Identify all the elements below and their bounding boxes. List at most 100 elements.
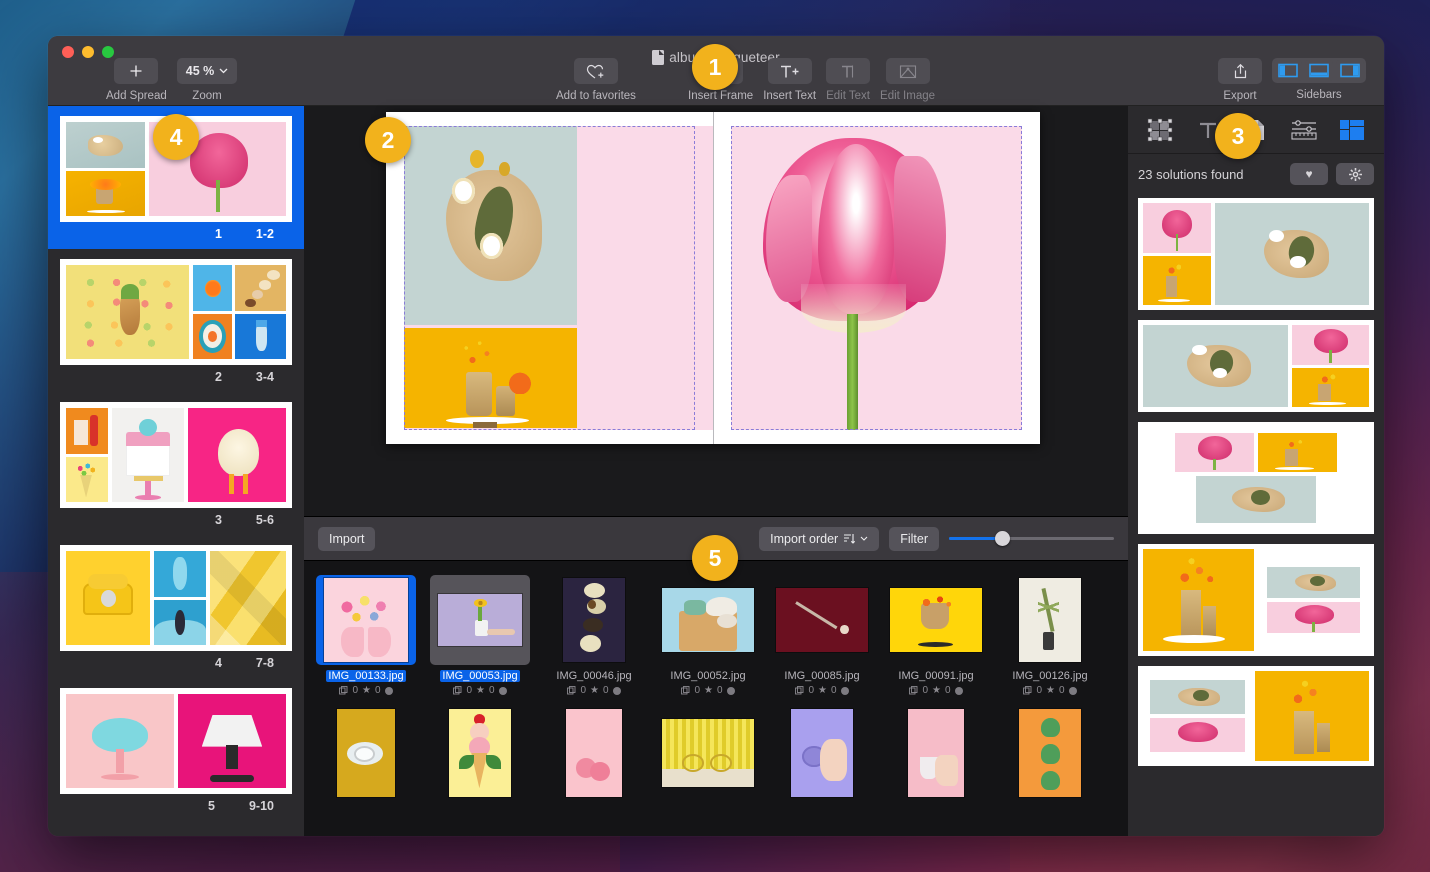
star-count: 0: [716, 685, 723, 696]
layout-solution[interactable]: [1138, 666, 1374, 766]
file-meta: 0 ★ 0: [453, 685, 507, 696]
left-sidebar-toggle[interactable]: [1274, 60, 1302, 81]
copies-icon: [1023, 686, 1032, 695]
insert-text-item[interactable]: Insert Text: [763, 58, 816, 102]
color-label-dot[interactable]: [1068, 686, 1077, 695]
color-label-dot[interactable]: [612, 686, 621, 695]
add-spread-button[interactable]: [114, 58, 159, 84]
layout-solution[interactable]: [1138, 544, 1374, 656]
list-item[interactable]: [886, 708, 986, 798]
edit-text-item[interactable]: Edit Text: [826, 58, 871, 102]
edit-image-label: Edit Image: [880, 90, 936, 102]
color-label-dot[interactable]: [840, 686, 849, 695]
sliders-ruler-icon: [1291, 119, 1317, 140]
filter-button[interactable]: Filter: [889, 526, 939, 551]
toolbar-favorites-group: Add to favorites: [556, 58, 636, 102]
layout-solutions-list[interactable]: [1128, 194, 1384, 836]
color-label-dot[interactable]: [384, 686, 393, 695]
thumbnail[interactable]: [886, 708, 986, 798]
list-item[interactable]: IMG_00091.jpg 0 ★ 0: [886, 575, 986, 696]
spread-thumbnail: [60, 402, 292, 508]
list-item[interactable]: [772, 708, 872, 798]
list-item[interactable]: [544, 708, 644, 798]
right-page[interactable]: [713, 112, 1040, 444]
thumbnail[interactable]: [772, 708, 872, 798]
favorites-filter-button[interactable]: ♥: [1290, 163, 1328, 185]
toolbar-right-group: Export Sidebars: [1218, 58, 1366, 102]
list-item[interactable]: IMG_00052.jpg 0 ★ 0: [658, 575, 758, 696]
list-item[interactable]: [658, 708, 758, 798]
insert-text-button[interactable]: [767, 58, 812, 84]
zoom-item[interactable]: 45 % Zoom: [176, 58, 238, 102]
thumbnail[interactable]: [886, 575, 986, 665]
thumbnail[interactable]: [316, 708, 416, 798]
thumbnail[interactable]: [430, 708, 530, 798]
export-item[interactable]: Export: [1218, 58, 1262, 102]
export-button[interactable]: [1218, 58, 1262, 84]
star-icon: ★: [704, 685, 713, 696]
star-icon: ★: [362, 685, 371, 696]
sort-order-select[interactable]: Import order: [759, 526, 880, 551]
add-to-favorites-item[interactable]: Add to favorites: [556, 58, 636, 102]
thumbnail-grid[interactable]: IMG_00133.jpg 0 ★ 0 IMG_00053.jpg 0 ★ 0 …: [304, 561, 1128, 836]
list-item[interactable]: IMG_00053.jpg 0 ★ 0: [430, 575, 530, 696]
spread-item-4[interactable]: 4 7-8: [48, 535, 304, 678]
edit-image-item[interactable]: Edit Image: [880, 58, 935, 102]
thumbnail[interactable]: [544, 708, 644, 798]
thumbnail[interactable]: [658, 575, 758, 665]
layout-inspector-tab[interactable]: [1334, 115, 1370, 145]
import-button[interactable]: Import: [318, 526, 376, 551]
layout-solution[interactable]: [1138, 198, 1374, 310]
adjust-inspector-tab[interactable]: [1286, 115, 1322, 145]
copies-count: 0: [922, 685, 929, 696]
edit-text-button[interactable]: [826, 58, 871, 84]
star-count: 0: [374, 685, 381, 696]
frame-inspector-tab[interactable]: [1142, 115, 1178, 145]
color-label-dot[interactable]: [498, 686, 507, 695]
file-name: IMG_00046.jpg: [556, 670, 632, 682]
color-label-dot[interactable]: [954, 686, 963, 695]
layout-solution[interactable]: [1138, 422, 1374, 534]
spread-item-3[interactable]: 3 5-6: [48, 392, 304, 535]
layout-inspector: 23 solutions found ♥: [1128, 106, 1384, 836]
list-item[interactable]: [430, 708, 530, 798]
color-label-dot[interactable]: [726, 686, 735, 695]
thumbnail[interactable]: [1000, 708, 1100, 798]
spread-sidebar[interactable]: 1 1-2 2 3-4 3 5-6 4 7-8 5 9-10: [48, 106, 304, 836]
thumbnail[interactable]: [658, 708, 758, 798]
copies-count: 0: [1036, 685, 1043, 696]
thumbnail[interactable]: [772, 575, 872, 665]
spread-item-2[interactable]: 2 3-4: [48, 249, 304, 392]
zoom-select[interactable]: 45 %: [176, 58, 238, 84]
spread-item-5[interactable]: 5 9-10: [48, 678, 304, 821]
left-page[interactable]: [386, 112, 713, 444]
layout-settings-button[interactable]: [1336, 163, 1374, 185]
right-sidebar-toggle[interactable]: [1336, 60, 1364, 81]
thumbnail-selected[interactable]: [316, 575, 416, 665]
thumbnail[interactable]: [544, 575, 644, 665]
star-count: 0: [830, 685, 837, 696]
layout-solution[interactable]: [1138, 320, 1374, 412]
thumbnail-size-slider[interactable]: [949, 531, 1114, 547]
list-item[interactable]: IMG_00133.jpg 0 ★ 0: [316, 575, 416, 696]
copies-count: 0: [352, 685, 359, 696]
edit-image-button[interactable]: [885, 58, 930, 84]
list-item[interactable]: IMG_00046.jpg 0 ★ 0: [544, 575, 644, 696]
add-spread-item[interactable]: Add Spread: [106, 58, 167, 102]
thumbnail[interactable]: [1000, 575, 1100, 665]
copies-count: 0: [808, 685, 815, 696]
bottom-bar-toggle[interactable]: [1305, 60, 1333, 81]
add-to-favorites-button[interactable]: [573, 58, 618, 84]
sort-order-label: Import order: [770, 531, 839, 546]
list-item[interactable]: [1000, 708, 1100, 798]
slider-knob[interactable]: [995, 531, 1011, 546]
file-name: IMG_00091.jpg: [898, 670, 974, 682]
list-item[interactable]: IMG_00126.jpg 0 ★ 0: [1000, 575, 1100, 696]
list-item[interactable]: [316, 708, 416, 798]
inspector-header: 23 solutions found ♥: [1128, 154, 1384, 194]
spread-meta: 1 1-2: [60, 222, 292, 249]
thumbnail-selected[interactable]: [430, 575, 530, 665]
canvas-spread[interactable]: [304, 106, 1128, 516]
list-item[interactable]: IMG_00085.jpg 0 ★ 0: [772, 575, 872, 696]
page-spread[interactable]: [386, 112, 1040, 444]
